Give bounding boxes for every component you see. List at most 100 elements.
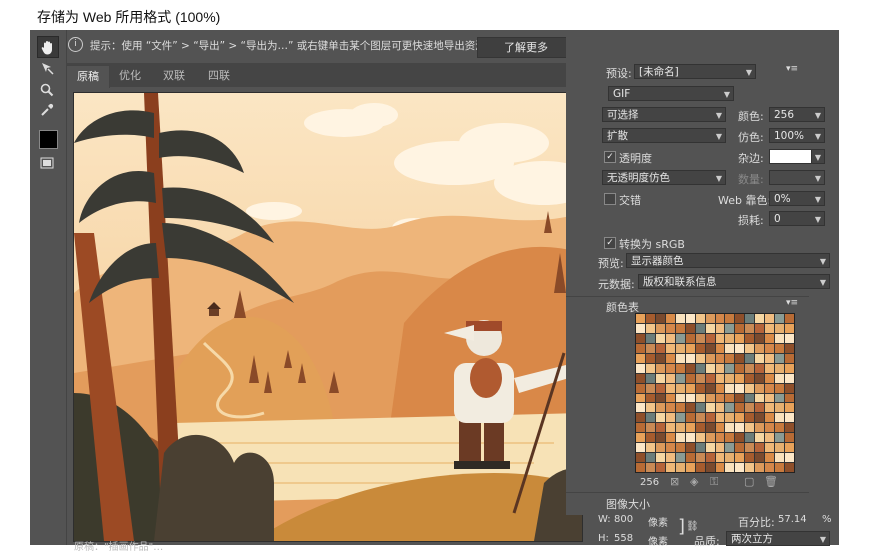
color-swatch[interactable] — [735, 433, 745, 443]
color-swatch[interactable] — [705, 453, 715, 463]
color-swatch[interactable] — [665, 393, 675, 403]
color-swatch[interactable] — [725, 323, 735, 333]
color-swatch[interactable] — [725, 453, 735, 463]
color-swatch[interactable] — [705, 353, 715, 363]
color-swatch[interactable] — [765, 323, 775, 333]
color-swatch[interactable] — [636, 353, 645, 363]
color-swatch[interactable] — [745, 333, 755, 343]
color-swatch[interactable] — [775, 423, 785, 433]
color-swatch[interactable] — [705, 333, 715, 343]
color-swatch[interactable] — [725, 413, 735, 423]
color-swatch[interactable] — [735, 343, 745, 353]
color-swatch[interactable] — [645, 363, 655, 373]
color-swatch[interactable] — [755, 413, 765, 423]
color-swatch[interactable] — [745, 393, 755, 403]
color-swatch[interactable] — [785, 403, 794, 413]
web-shift-icon[interactable]: ◈ — [690, 475, 698, 488]
color-swatch[interactable] — [645, 413, 655, 423]
color-swatch[interactable] — [735, 453, 745, 463]
color-swatch[interactable] — [655, 413, 665, 423]
color-swatch[interactable] — [665, 453, 675, 463]
color-swatch[interactable] — [705, 323, 715, 333]
color-swatch[interactable] — [775, 413, 785, 423]
new-color-icon[interactable]: ▢ — [744, 475, 754, 488]
color-swatch[interactable] — [755, 373, 765, 383]
color-swatch[interactable] — [755, 314, 765, 323]
color-swatch[interactable] — [655, 433, 665, 443]
color-swatch[interactable] — [725, 433, 735, 443]
color-swatch[interactable] — [785, 463, 794, 472]
convert-srgb-checkbox[interactable]: ✓ — [604, 237, 616, 249]
color-swatch[interactable] — [775, 323, 785, 333]
color-swatch[interactable] — [785, 333, 794, 343]
color-swatch[interactable] — [745, 413, 755, 423]
color-swatch[interactable] — [725, 443, 735, 453]
color-swatch[interactable] — [685, 443, 695, 453]
color-swatch[interactable] — [675, 433, 685, 443]
color-swatch[interactable] — [755, 393, 765, 403]
color-swatch[interactable] — [695, 333, 705, 343]
color-swatch[interactable] — [665, 323, 675, 333]
color-swatch[interactable] — [695, 314, 705, 323]
eyedropper-color-swatch[interactable] — [39, 130, 58, 149]
color-swatch[interactable] — [665, 463, 675, 472]
color-swatch[interactable] — [655, 314, 665, 323]
color-swatch[interactable] — [765, 393, 775, 403]
lossy-field[interactable]: 0 ▼ — [769, 211, 825, 226]
tab-2up[interactable]: 双联 — [152, 65, 196, 87]
color-swatch[interactable] — [695, 343, 705, 353]
color-swatch[interactable] — [705, 383, 715, 393]
color-swatch[interactable] — [745, 433, 755, 443]
color-swatch[interactable] — [636, 343, 645, 353]
color-swatch[interactable] — [775, 453, 785, 463]
color-swatch[interactable] — [745, 453, 755, 463]
amount-field[interactable]: ▼ — [769, 170, 825, 185]
color-swatch[interactable] — [695, 353, 705, 363]
color-swatch[interactable] — [665, 443, 675, 453]
color-swatch[interactable] — [735, 314, 745, 323]
color-swatch[interactable] — [775, 463, 785, 472]
color-swatch[interactable] — [765, 383, 775, 393]
color-swatch[interactable] — [755, 323, 765, 333]
color-swatch[interactable] — [636, 463, 645, 472]
color-table-menu-icon[interactable]: ▾≡ — [786, 298, 798, 308]
color-swatch[interactable] — [636, 383, 645, 393]
slice-select-tool-icon[interactable] — [37, 58, 57, 78]
color-swatch[interactable] — [705, 403, 715, 413]
color-swatch[interactable] — [665, 403, 675, 413]
color-swatch[interactable] — [735, 443, 745, 453]
color-swatch[interactable] — [685, 463, 695, 472]
color-swatch[interactable] — [655, 343, 665, 353]
color-swatch[interactable] — [636, 314, 645, 323]
color-swatch[interactable] — [705, 343, 715, 353]
color-swatch[interactable] — [705, 443, 715, 453]
color-swatch[interactable] — [715, 443, 725, 453]
color-table-grid[interactable] — [635, 313, 795, 473]
tab-original[interactable]: 原稿 — [66, 65, 110, 88]
color-swatch[interactable] — [775, 443, 785, 453]
color-swatch[interactable] — [715, 353, 725, 363]
color-swatch[interactable] — [755, 423, 765, 433]
color-swatch[interactable] — [705, 393, 715, 403]
color-swatch[interactable] — [655, 423, 665, 433]
color-swatch[interactable] — [675, 463, 685, 472]
color-swatch[interactable] — [745, 373, 755, 383]
color-swatch[interactable] — [775, 353, 785, 363]
color-swatch[interactable] — [785, 453, 794, 463]
color-swatch[interactable] — [735, 373, 745, 383]
color-swatch[interactable] — [675, 314, 685, 323]
color-swatch[interactable] — [785, 443, 794, 453]
color-swatch[interactable] — [755, 433, 765, 443]
hand-tool-icon[interactable] — [37, 36, 59, 58]
color-swatch[interactable] — [715, 373, 725, 383]
color-swatch[interactable] — [675, 363, 685, 373]
color-swatch[interactable] — [785, 383, 794, 393]
color-swatch[interactable] — [665, 413, 675, 423]
color-swatch[interactable] — [685, 393, 695, 403]
color-swatch[interactable] — [725, 423, 735, 433]
color-swatch[interactable] — [645, 314, 655, 323]
color-swatch[interactable] — [645, 433, 655, 443]
color-swatch[interactable] — [636, 403, 645, 413]
color-swatch[interactable] — [745, 463, 755, 472]
color-swatch[interactable] — [665, 343, 675, 353]
